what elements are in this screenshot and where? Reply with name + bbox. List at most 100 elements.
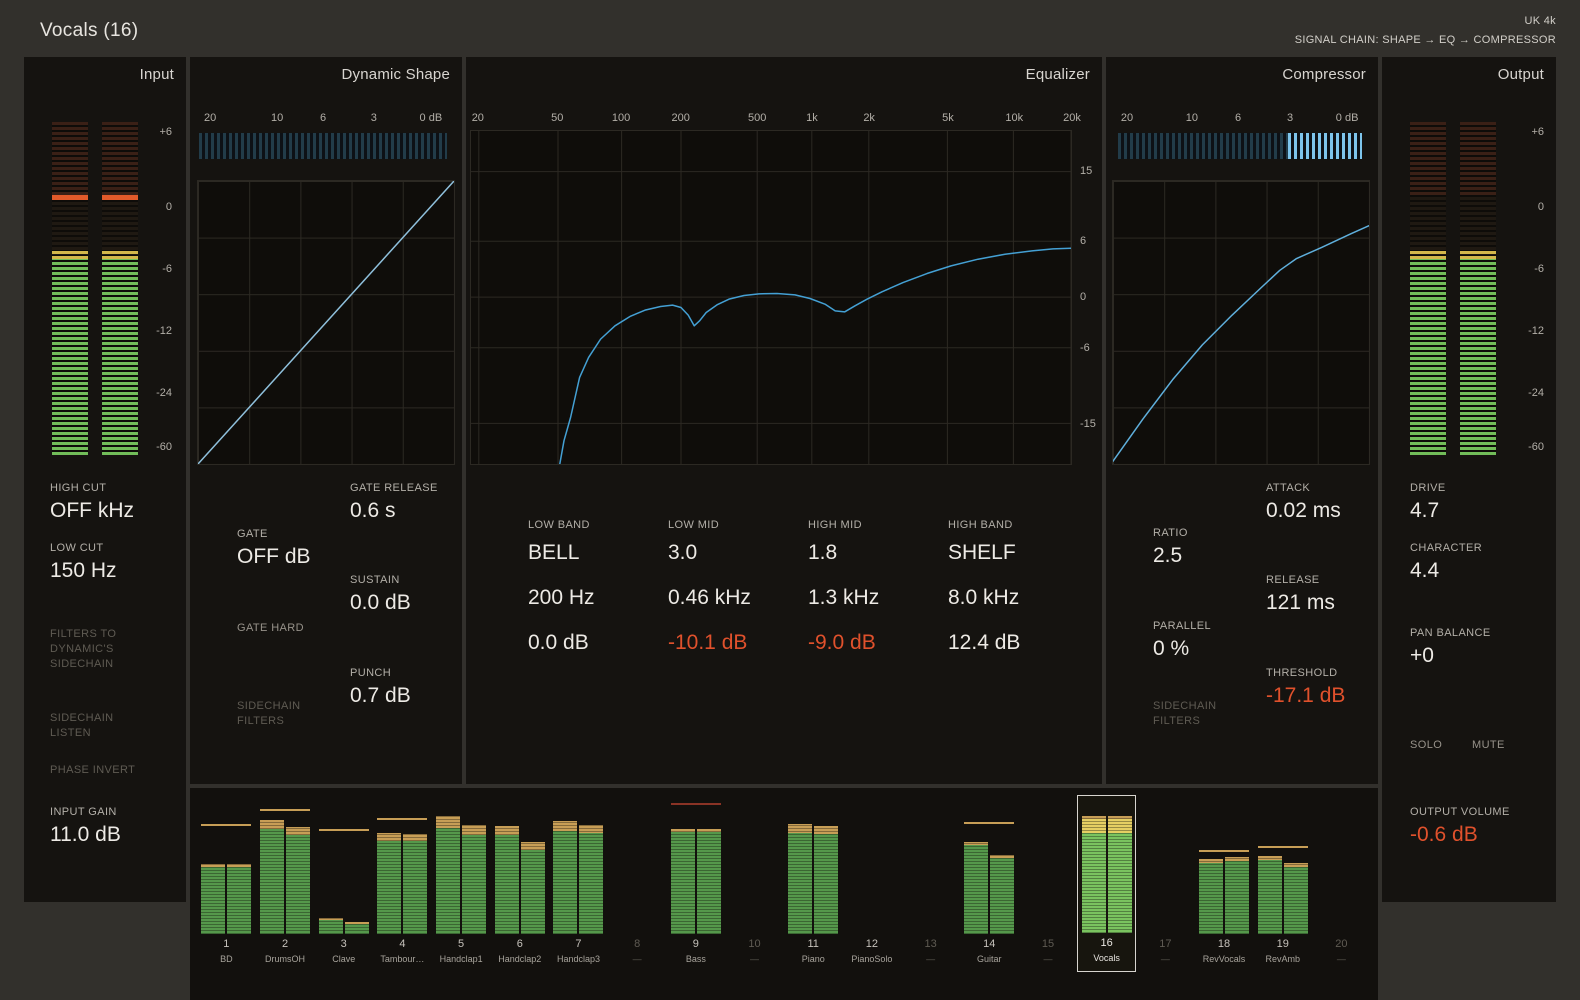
channel-1[interactable]: 1 BD bbox=[197, 795, 256, 972]
channel-meter bbox=[373, 804, 432, 935]
high-cut-label: HIGH CUT bbox=[50, 482, 107, 494]
mute-button[interactable]: MUTE bbox=[1472, 738, 1505, 753]
channel-9[interactable]: 9 Bass bbox=[667, 795, 726, 972]
output-volume-label: OUTPUT VOLUME bbox=[1410, 806, 1510, 818]
filters-to-sidechain-toggle[interactable]: FILTERS TO DYNAMIC'S SIDECHAIN bbox=[50, 627, 116, 672]
pan-balance-value: +0 bbox=[1410, 643, 1434, 667]
low-cut-control[interactable]: LOW CUT 150 Hz bbox=[50, 542, 117, 583]
pan-balance-control[interactable]: PAN BALANCE +0 bbox=[1410, 627, 1491, 668]
channel-number: 5 bbox=[458, 938, 465, 950]
channel-name: — bbox=[1160, 954, 1170, 964]
band-type: 1.8 bbox=[808, 540, 838, 564]
equalizer-panel: Equalizer 20 50 100 200 500 1k 2k 5k 10k 20k 15 6 0… bbox=[466, 57, 1102, 784]
drive-control[interactable]: DRIVE 4.7 bbox=[1410, 482, 1446, 523]
channel-15[interactable]: 15 — bbox=[1019, 795, 1078, 972]
channel-3[interactable]: 3 Clave bbox=[314, 795, 373, 972]
channel-12[interactable]: 12 PianoSolo bbox=[843, 795, 902, 972]
channel-number: 19 bbox=[1276, 938, 1289, 950]
sidechain-listen-toggle[interactable]: SIDECHAIN LISTEN bbox=[50, 711, 114, 741]
shape-panel-title: Dynamic Shape bbox=[341, 66, 450, 83]
shape-sidechain-filters-toggle[interactable]: SIDECHAIN FILTERS bbox=[237, 699, 301, 729]
high-cut-control[interactable]: HIGH CUT OFF kHz bbox=[50, 482, 134, 523]
band-type: 3.0 bbox=[668, 540, 698, 564]
comp-transfer-plot[interactable] bbox=[1112, 180, 1370, 465]
channel-4[interactable]: 4 Tambour… bbox=[373, 795, 432, 972]
channel-6[interactable]: 6 Handclap2 bbox=[490, 795, 549, 972]
channel-5[interactable]: 5 Handclap1 bbox=[432, 795, 491, 972]
high-cut-value: OFF kHz bbox=[50, 498, 134, 522]
release-label: RELEASE bbox=[1266, 574, 1320, 586]
gate-release-label: GATE RELEASE bbox=[350, 482, 438, 494]
channel-17[interactable]: 17 — bbox=[1136, 795, 1195, 972]
band-frequency: 200 Hz bbox=[528, 585, 595, 609]
character-control[interactable]: CHARACTER 4.4 bbox=[1410, 542, 1482, 583]
channel-meter bbox=[843, 804, 902, 934]
channel-10[interactable]: 10 — bbox=[725, 795, 784, 972]
output-panel-title: Output bbox=[1497, 66, 1544, 83]
channel-name: — bbox=[632, 954, 642, 964]
channel-8[interactable]: 8— bbox=[608, 795, 667, 972]
channel-13[interactable]: 13 — bbox=[901, 795, 960, 972]
input-gain-value: 11.0 dB bbox=[50, 822, 121, 846]
band-frequency: 8.0 kHz bbox=[948, 585, 1020, 609]
gate-hard-toggle[interactable]: GATE HARD bbox=[237, 621, 304, 636]
eq-band-2[interactable]: LOW MID 3.0 0.46 kHz -10.1 dB bbox=[668, 519, 800, 676]
peak-hold-line bbox=[1257, 846, 1308, 849]
output-level-meter-right bbox=[1460, 122, 1496, 455]
band-type: BELL bbox=[528, 540, 580, 564]
eq-band-1[interactable]: LOW BAND BELL 200 Hz 0.0 dB bbox=[528, 519, 660, 676]
channel-name: BD bbox=[220, 954, 233, 964]
release-control[interactable]: RELEASE 121 ms bbox=[1266, 574, 1335, 615]
gate-control[interactable]: GATE OFF dB bbox=[237, 528, 311, 569]
input-gain-control[interactable]: INPUT GAIN 11.0 dB bbox=[50, 806, 121, 847]
channel-number: 20 bbox=[1335, 938, 1348, 950]
eq-band-4[interactable]: HIGH BAND SHELF 8.0 kHz 12.4 dB bbox=[948, 519, 1080, 676]
gate-release-control[interactable]: GATE RELEASE 0.6 s bbox=[350, 482, 438, 523]
input-level-meter-left bbox=[52, 122, 88, 455]
channel-number: 6 bbox=[516, 938, 523, 950]
shape-transfer-plot[interactable] bbox=[197, 180, 455, 465]
channel-7[interactable]: 7 Handclap3 bbox=[549, 795, 608, 972]
channel-number: 3 bbox=[340, 938, 347, 950]
parallel-control[interactable]: PARALLEL 0 % bbox=[1153, 620, 1211, 661]
channel-14[interactable]: 14 Guitar bbox=[960, 795, 1019, 972]
solo-button[interactable]: SOLO bbox=[1410, 738, 1442, 753]
comp-sidechain-filters-toggle[interactable]: SIDECHAIN FILTERS bbox=[1153, 699, 1217, 729]
drive-label: DRIVE bbox=[1410, 482, 1446, 494]
channel-number: 10 bbox=[748, 938, 761, 950]
eq-band-3[interactable]: HIGH MID 1.8 1.3 kHz -9.0 dB bbox=[808, 519, 940, 676]
channel-name: — bbox=[750, 954, 760, 964]
channel-2[interactable]: 2 DrumsOH bbox=[256, 795, 315, 972]
character-label: CHARACTER bbox=[1410, 542, 1483, 554]
sustain-control[interactable]: SUSTAIN 0.0 dB bbox=[350, 574, 411, 615]
preset-name: UK 4k bbox=[1524, 15, 1556, 27]
channel-18[interactable]: 18 RevVocals bbox=[1195, 795, 1254, 972]
threshold-control[interactable]: THRESHOLD -17.1 dB bbox=[1266, 667, 1345, 708]
output-meter-scale: +6 0 -6 -12 -24 -60 bbox=[1528, 125, 1544, 453]
punch-control[interactable]: PUNCH 0.7 dB bbox=[350, 667, 411, 708]
output-volume-control[interactable]: OUTPUT VOLUME -0.6 dB bbox=[1410, 806, 1510, 847]
channel-number: 14 bbox=[983, 938, 996, 950]
sustain-value: 0.0 dB bbox=[350, 590, 411, 614]
eq-db-scale: 15 6 0 -6 -15 bbox=[1080, 164, 1096, 431]
peak-hold-line bbox=[964, 821, 1015, 824]
comp-gr-meter bbox=[1118, 133, 1362, 159]
eq-curve-plot[interactable] bbox=[470, 130, 1072, 465]
channel-16-selected[interactable]: 16 Vocals bbox=[1077, 795, 1136, 972]
input-level-meter-right bbox=[102, 122, 138, 455]
phase-invert-toggle[interactable]: PHASE INVERT bbox=[50, 763, 135, 778]
ratio-control[interactable]: RATIO 2.5 bbox=[1153, 527, 1188, 568]
channel-meter bbox=[1195, 804, 1254, 935]
channel-meter bbox=[784, 804, 843, 934]
low-cut-value: 150 Hz bbox=[50, 558, 117, 582]
channel-19[interactable]: 19 RevAmb bbox=[1253, 795, 1312, 972]
channel-name: Handclap1 bbox=[439, 954, 483, 964]
parallel-value: 0 % bbox=[1153, 636, 1190, 660]
channel-name: — bbox=[1043, 954, 1053, 964]
channel-20[interactable]: 20 — bbox=[1312, 795, 1371, 972]
channel-name: Piano bbox=[801, 954, 825, 964]
output-level-meter-left bbox=[1410, 122, 1446, 455]
channel-number: 7 bbox=[575, 938, 582, 950]
channel-11[interactable]: 11 Piano bbox=[784, 795, 843, 972]
attack-control[interactable]: ATTACK 0.02 ms bbox=[1266, 482, 1341, 523]
